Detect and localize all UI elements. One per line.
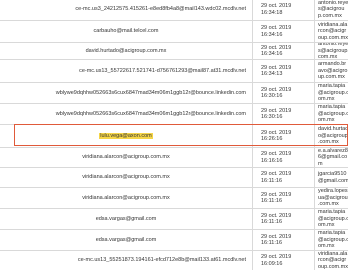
table-row[interactable]: lulu.vega@axon.com 29 oct. 2019 16:26:16 da…: [0, 124, 348, 147]
date-cell: 29 oct. 2019 16:16:16: [252, 148, 314, 167]
sender-cell: carbauho@mail.telcel.com: [0, 21, 252, 42]
date-cell: 29 oct. 2019 16:30:16: [252, 104, 314, 124]
recipient-cell: e.a.alvarez8 6@gmail.co m: [314, 148, 348, 167]
recipient-cell: viridiana.ala rcon@acigr oup.com.mx: [314, 251, 348, 270]
recipient-cell: viridiana.ala rcon@acigr oup.com.mx: [314, 21, 348, 42]
recipient-cell: maria.tapia @acigroup.c om.mx: [314, 104, 348, 124]
sender-address: wblywe9dqhhw052663s6cux6847mad34m06m1ggb…: [55, 89, 246, 96]
date-cell: 29 oct. 2019 16:11:16: [252, 230, 314, 250]
table-row[interactable]: edsa.vargas@gmail.com 29 oct. 2019 16:11:1…: [0, 229, 348, 250]
time-text: 16:26:16: [261, 136, 283, 142]
sender-cell: wblywe9dqhhw052663s6cux6847mad34m06m1ggb…: [0, 83, 252, 103]
recipient-cell: maria.tapia @acigroup.c om.mx: [314, 209, 348, 229]
time-text: 16:09:16: [261, 260, 283, 267]
time-text: 16:11:16: [261, 198, 283, 204]
date-cell: 29 oct. 2019 16:11:16: [252, 209, 314, 229]
time-text: 16:30:16: [261, 93, 283, 99]
sender-cell: lulu.vega@axon.com: [0, 125, 252, 147]
table-row[interactable]: viridiana.alarcon@acigroup.com.mx 29 oct.…: [0, 147, 348, 167]
sender-address: ce-mc.us13_55722617.521741-d756761293@ma…: [79, 67, 246, 74]
time-text: 16:16:16: [261, 157, 283, 164]
recipient-cell: armando.br avo@acigro up.com.mx: [314, 60, 348, 82]
time-text: 16:34:13: [261, 71, 283, 77]
sender-cell: edsa.vargas@gmail.com: [0, 230, 252, 250]
sender-cell: viridiana.alarcon@acigroup.com.mx: [0, 148, 252, 167]
date-cell: 29 oct. 2019 16:11:16: [252, 168, 314, 187]
sender-address: edsa.vargas@gmail.com: [95, 215, 157, 222]
time-text: 16:34:16: [261, 51, 283, 57]
recipient-cell: maria.tapia @acigroup.c om.mx: [314, 230, 348, 250]
sender-address: lulu.vega@axon.com: [99, 132, 153, 140]
date-cell: 29 oct. 2019 16:34:16: [252, 21, 314, 42]
recipient-text: @gmail.com: [318, 177, 348, 184]
sender-cell: viridiana.alarcon@acigroup.com.mx: [0, 168, 252, 187]
recipient-text: oup.com.mx: [318, 34, 348, 41]
time-text: 16:11:16: [261, 219, 283, 225]
sender-address: ce-mc.us13_55251873.194161-efcd712e8b@ma…: [77, 257, 246, 264]
sender-address: ce-mc.us3_24212575.415261-e8ed8fb4a8@mai…: [75, 6, 246, 13]
recipient-text: om.mx: [318, 96, 335, 103]
recipient-cell: david.hurtad o@acigroup .com.mx: [314, 125, 348, 147]
sender-cell: ce-mc.us3_24212575.415261-e8ed8fb4a8@mai…: [0, 0, 252, 20]
time-text: 16:34:18: [261, 9, 283, 16]
recipient-text: om.mx: [318, 117, 335, 124]
date-cell: 29 oct. 2019 16:09:16: [252, 251, 314, 270]
message-log-table: ce-mc.us3_24212575.415261-e8ed8fb4a8@mai…: [0, 0, 348, 270]
time-text: 16:11:16: [261, 177, 283, 184]
recipient-cell: antonio.reyes@acigroup.com.mx: [314, 0, 348, 20]
recipient-text: .com.mx: [318, 139, 339, 146]
recipient-text: om.mx: [318, 222, 335, 229]
sender-cell: viridiana.alarcon@acigroup.com.mx: [0, 188, 252, 208]
table-row[interactable]: david.hurtado@acigroup.com.mx 29 oct. 201…: [0, 42, 348, 59]
time-text: 16:34:16: [261, 31, 283, 38]
sender-cell: david.hurtado@acigroup.com.mx: [0, 43, 252, 59]
recipient-text: oup.com.mx: [318, 263, 348, 270]
sender-address: viridiana.alarcon@acigroup.com.mx: [82, 154, 170, 161]
recipient-text: .com.mx: [318, 201, 339, 208]
date-cell: 29 oct. 2019 16:34:16: [252, 43, 314, 59]
sender-address: wblywe9dqhhw052663s6cux6847mad34m06m1ggb…: [55, 110, 246, 117]
table-row[interactable]: ce-mc.us13_55251873.194161-efcd712e8b@ma…: [0, 250, 348, 270]
date-cell: 29 oct. 2019 16:34:13: [252, 60, 314, 82]
sender-address: carbauho@mail.telcel.com: [93, 28, 159, 35]
date-cell: 29 oct. 2019 16:34:18: [252, 0, 314, 20]
table-row[interactable]: viridiana.alarcon@acigroup.com.mx 29 oct.…: [0, 187, 348, 208]
table-row[interactable]: edsa.vargas@gmail.com 29 oct. 2019 16:11:1…: [0, 208, 348, 229]
recipient-text: up.com.mx: [318, 74, 345, 81]
sender-cell: ce-mc.us13_55251873.194161-efcd712e8b@ma…: [0, 251, 252, 270]
time-text: 16:11:16: [261, 240, 283, 246]
sender-cell: edsa.vargas@gmail.com: [0, 209, 252, 229]
recipient-cell: antonio.reyes@acigroup.com.mx: [314, 43, 348, 59]
recipient-cell: maria.tapia @acigroup.c om.mx: [314, 83, 348, 103]
sender-address: david.hurtado@acigroup.com.mx: [85, 47, 167, 54]
date-cell: 29 oct. 2019 16:30:16: [252, 83, 314, 103]
recipient-cell: yedira.lopes ua@acigroup .com.mx: [314, 188, 348, 208]
sender-address: edsa.vargas@gmail.com: [95, 236, 157, 243]
recipient-cell: jgarcia9510 @gmail.com: [314, 168, 348, 187]
table-row[interactable]: ce-mc.us3_24212575.415261-e8ed8fb4a8@mai…: [0, 0, 348, 20]
recipient-text: p.com.mx: [318, 12, 342, 19]
sender-cell: wblywe9dqhhw052663s6cux6847mad34m06m1ggb…: [0, 104, 252, 124]
sender-cell: ce-mc.us13_55722617.521741-d756761293@ma…: [0, 60, 252, 82]
table-row[interactable]: carbauho@mail.telcel.com 29 oct. 2019 16:3…: [0, 20, 348, 42]
recipient-text: om.mx: [318, 243, 335, 250]
time-text: 16:30:16: [261, 114, 283, 120]
table-row[interactable]: viridiana.alarcon@acigroup.com.mx 29 oct.…: [0, 167, 348, 187]
date-cell: 29 oct. 2019 16:26:16: [252, 125, 314, 147]
table-row[interactable]: wblywe9dqhhw052663s6cux6847mad34m06m1ggb…: [0, 103, 348, 124]
sender-address: viridiana.alarcon@acigroup.com.mx: [82, 174, 170, 181]
table-row[interactable]: wblywe9dqhhw052663s6cux6847mad34m06m1ggb…: [0, 82, 348, 103]
date-cell: 29 oct. 2019 16:11:16: [252, 188, 314, 208]
table-row[interactable]: ce-mc.us13_55722617.521741-d756761293@ma…: [0, 59, 348, 82]
sender-address: viridiana.alarcon@acigroup.com.mx: [82, 194, 170, 201]
